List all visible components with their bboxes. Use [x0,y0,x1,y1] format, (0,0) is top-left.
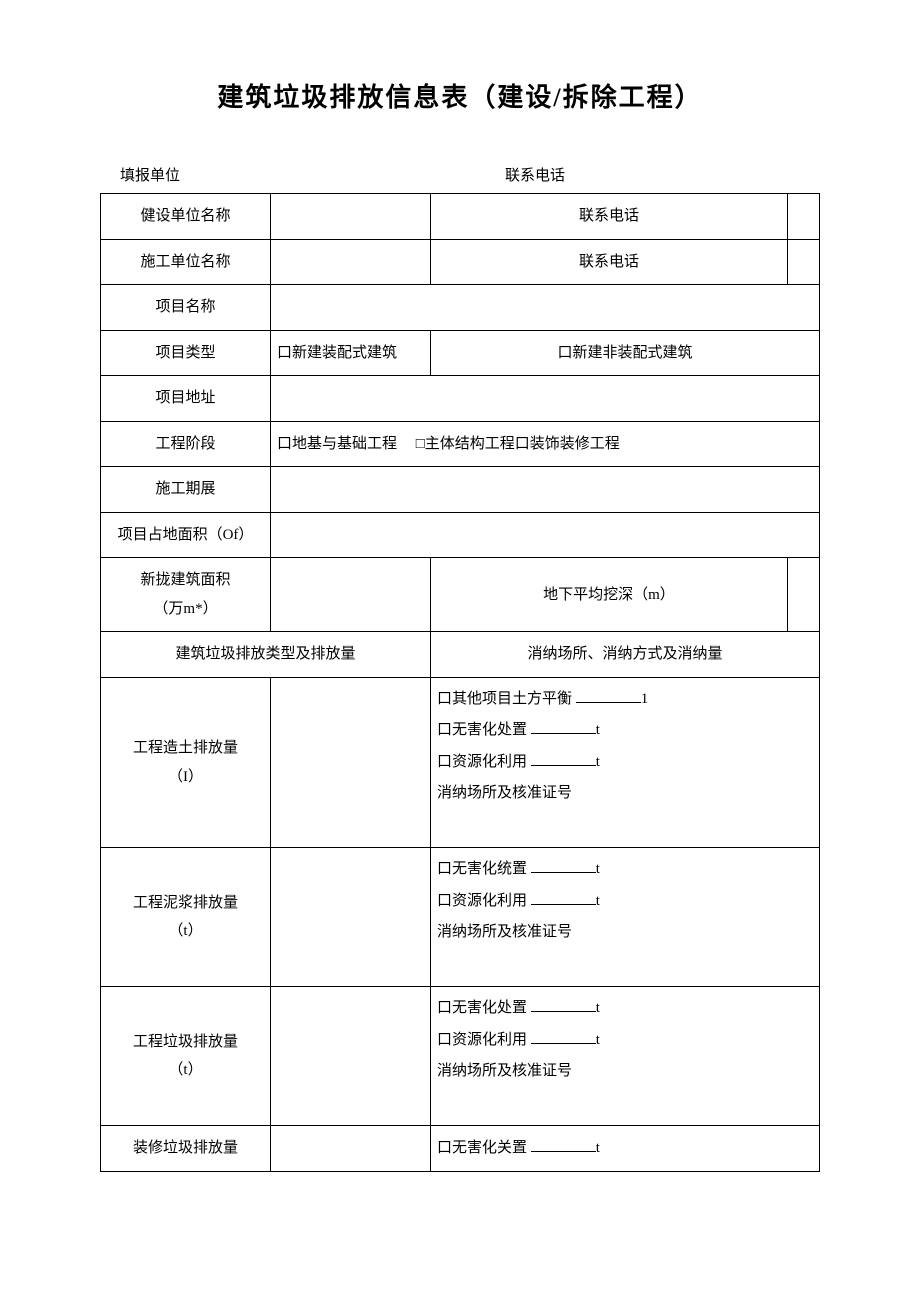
project-type-opt1[interactable]: 口新建装配式建筑 [271,330,431,376]
mud-opt3-text: 消纳场所及核准证号 [437,924,572,940]
soil-opt1-suffix: 1 [641,691,649,707]
build-unit-label: 健设单位名称 [101,194,271,240]
mud-emission-label-l2: （t） [168,923,202,939]
construction-period-value[interactable] [271,467,820,513]
project-address-value[interactable] [271,376,820,422]
row-waste-emission: 工程垃圾排放量 （t） 口无害化处置 t 口资源化利用 t 消纳场所及核准证号 [101,987,820,1126]
header-contact-label: 联系电话 [425,164,810,185]
waste-opt2-text: 口资源化利用 [437,1032,531,1048]
soil-disposal[interactable]: 口其他项目土方平衡 1 口无害化处置 t 口资源化利用 t 消纳场所及核准证号 [431,677,820,848]
waste-opt1-text: 口无害化处置 [437,1000,531,1016]
construction-unit-contact-value[interactable] [787,239,819,285]
mud-emission-value[interactable] [271,848,431,987]
waste-opt1-suffix: t [596,1000,600,1016]
land-area-value[interactable] [271,512,820,558]
row-construction-unit: 施工单位名称 联系电话 [101,239,820,285]
build-unit-contact-value[interactable] [787,194,819,240]
construction-unit-value[interactable] [271,239,431,285]
waste-emission-value[interactable] [271,987,431,1126]
new-building-area-label-l1: 新拢建筑面积 [140,572,230,588]
soil-emission-value[interactable] [271,677,431,848]
construction-unit-label: 施工单位名称 [101,239,271,285]
row-project-stage: 工程阶段 口地基与基础工程 □主体结构工程口装饰装修工程 [101,421,820,467]
soil-opt2-text: 口无害化处置 [437,722,531,738]
waste-emission-label-l2: （t） [168,1062,202,1078]
form-table: 健设单位名称 联系电话 施工单位名称 联系电话 项目名称 项目类型 口新建装配式… [100,193,820,1172]
emission-type-header: 建筑垃圾排放类型及排放量 [101,632,431,678]
mud-opt1-suffix: t [596,861,600,877]
reporting-unit-label: 填报单位 [120,164,425,185]
decoration-disposal[interactable]: 口无害化关置 t [431,1126,820,1172]
blank-line[interactable] [531,751,596,766]
soil-opt3-text: 口资源化利用 [437,754,531,770]
blank-line[interactable] [531,719,596,734]
soil-opt4-text: 消纳场所及核准证号 [437,785,572,801]
mud-opt2-suffix: t [596,893,600,909]
waste-opt3-text: 消纳场所及核准证号 [437,1063,572,1079]
mud-opt2-text: 口资源化利用 [437,893,531,909]
decoration-emission-label: 装修垃圾排放量 [101,1126,271,1172]
project-type-label: 项目类型 [101,330,271,376]
blank-line[interactable] [531,1137,596,1152]
page-title: 建筑垃圾排放信息表（建设/拆除工程） [100,77,820,114]
row-soil-emission: 工程造土排放量 （I） 口其他项目土方平衡 1 口无害化处置 t 口资源化利用 … [101,677,820,848]
avg-depth-label: 地下平均挖深（m） [431,558,788,632]
blank-line[interactable] [531,1029,596,1044]
project-name-value[interactable] [271,285,820,331]
project-stage-label: 工程阶段 [101,421,271,467]
mud-emission-label: 工程泥浆排放量 （t） [101,848,271,987]
soil-opt3-suffix: t [596,754,600,770]
row-mud-emission: 工程泥浆排放量 （t） 口无害化统置 t 口资源化利用 t 消纳场所及核准证号 [101,848,820,987]
mud-opt1-text: 口无害化统置 [437,861,531,877]
decoration-opt1-text: 口无害化关置 [437,1140,531,1156]
blank-line[interactable] [576,688,641,703]
project-stage-opts[interactable]: 口地基与基础工程 □主体结构工程口装饰装修工程 [271,421,820,467]
disposal-header: 消纳场所、消纳方式及消纳量 [431,632,820,678]
build-unit-contact-label: 联系电话 [431,194,788,240]
new-building-area-label: 新拢建筑面积 （万m*） [101,558,271,632]
build-unit-value[interactable] [271,194,431,240]
waste-emission-label: 工程垃圾排放量 （t） [101,987,271,1126]
blank-line[interactable] [531,858,596,873]
soil-emission-label: 工程造土排放量 （I） [101,677,271,848]
header-line: 填报单位 联系电话 [100,164,820,193]
row-build-unit: 健设单位名称 联系电话 [101,194,820,240]
row-project-type: 项目类型 口新建装配式建筑 口新建非装配式建筑 [101,330,820,376]
row-section-headers: 建筑垃圾排放类型及排放量 消纳场所、消纳方式及消纳量 [101,632,820,678]
soil-opt1-text: 口其他项目土方平衡 [437,691,576,707]
soil-emission-label-l1: 工程造土排放量 [133,740,238,756]
waste-emission-label-l1: 工程垃圾排放量 [133,1034,238,1050]
avg-depth-value[interactable] [787,558,819,632]
blank-line[interactable] [531,997,596,1012]
decoration-opt1-suffix: t [596,1140,600,1156]
row-land-area: 项目占地面积（Of） [101,512,820,558]
row-project-address: 项目地址 [101,376,820,422]
construction-unit-contact-label: 联系电话 [431,239,788,285]
project-type-opt2[interactable]: 口新建非装配式建筑 [431,330,820,376]
construction-period-label: 施工期展 [101,467,271,513]
row-new-building-area: 新拢建筑面积 （万m*） 地下平均挖深（m） [101,558,820,632]
row-decoration-emission: 装修垃圾排放量 口无害化关置 t [101,1126,820,1172]
row-project-name: 项目名称 [101,285,820,331]
soil-emission-label-l2: （I） [168,769,203,785]
waste-opt2-suffix: t [596,1032,600,1048]
new-building-area-label-l2: （万m*） [153,601,217,617]
mud-disposal[interactable]: 口无害化统置 t 口资源化利用 t 消纳场所及核准证号 [431,848,820,987]
new-building-area-value[interactable] [271,558,431,632]
soil-opt2-suffix: t [596,722,600,738]
mud-emission-label-l1: 工程泥浆排放量 [133,895,238,911]
project-name-label: 项目名称 [101,285,271,331]
waste-disposal[interactable]: 口无害化处置 t 口资源化利用 t 消纳场所及核准证号 [431,987,820,1126]
land-area-label: 项目占地面积（Of） [101,512,271,558]
row-construction-period: 施工期展 [101,467,820,513]
project-address-label: 项目地址 [101,376,271,422]
blank-line[interactable] [531,890,596,905]
decoration-emission-value[interactable] [271,1126,431,1172]
